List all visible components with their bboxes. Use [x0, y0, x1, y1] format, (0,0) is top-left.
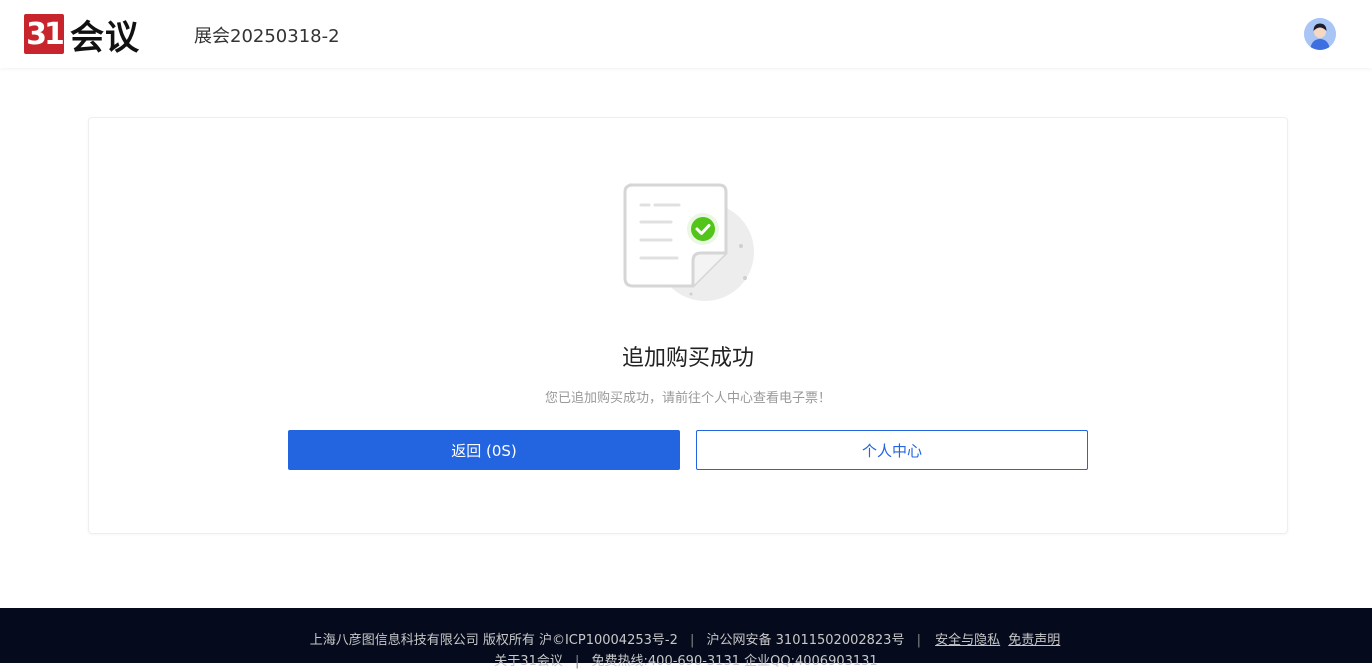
profile-button[interactable]: 个人中心 — [696, 430, 1088, 470]
result-card: 追加购买成功 您已追加购买成功，请前往个人中心查看电子票！ 返回 (0S) 个人… — [88, 117, 1288, 534]
success-document-icon — [621, 178, 761, 313]
success-description: 您已追加购买成功，请前往个人中心查看电子票！ — [544, 391, 831, 406]
about-link[interactable]: 关于31会议 — [494, 654, 563, 669]
logo-text: 会议 — [70, 17, 140, 58]
footer-company: 上海八彦图信息科技有限公司 版权所有 — [309, 633, 535, 648]
footer-qq: 企业QQ:4006903131 — [744, 654, 878, 669]
footer-hotline: 免费热线:400-690-3131 — [591, 654, 740, 669]
disclaimer-link[interactable]: 免责声明 — [1008, 633, 1060, 648]
event-title: 展会20250318-2 — [194, 26, 340, 47]
footer-line-2: 关于31会议 | 免费热线:400-690-3131 企业QQ:40069031… — [0, 650, 1372, 669]
footer: 上海八彦图信息科技有限公司 版权所有 沪©ICP10004253号-2 | 沪公… — [0, 608, 1372, 669]
footer-separator: | — [690, 633, 695, 648]
footer-separator: | — [916, 633, 921, 648]
header: 31 会议 展会20250318-2 — [0, 0, 1372, 68]
logo-mark: 31 — [24, 14, 65, 54]
logo-number: 31 — [26, 16, 65, 52]
footer-separator: | — [574, 654, 580, 669]
footer-line-1: 上海八彦图信息科技有限公司 版权所有 沪©ICP10004253号-2 | 沪公… — [0, 629, 1372, 648]
logo[interactable]: 31 会议 — [24, 14, 140, 58]
footer-police: 沪公网安备 31011502002823号 — [706, 633, 905, 648]
privacy-link[interactable]: 安全与隐私 — [935, 633, 1000, 648]
footer-icp: 沪©ICP10004253号-2 — [538, 633, 678, 648]
back-button[interactable]: 返回 (0S) — [288, 430, 680, 470]
success-title: 追加购买成功 — [621, 346, 754, 371]
user-avatar-icon[interactable] — [1304, 18, 1336, 50]
